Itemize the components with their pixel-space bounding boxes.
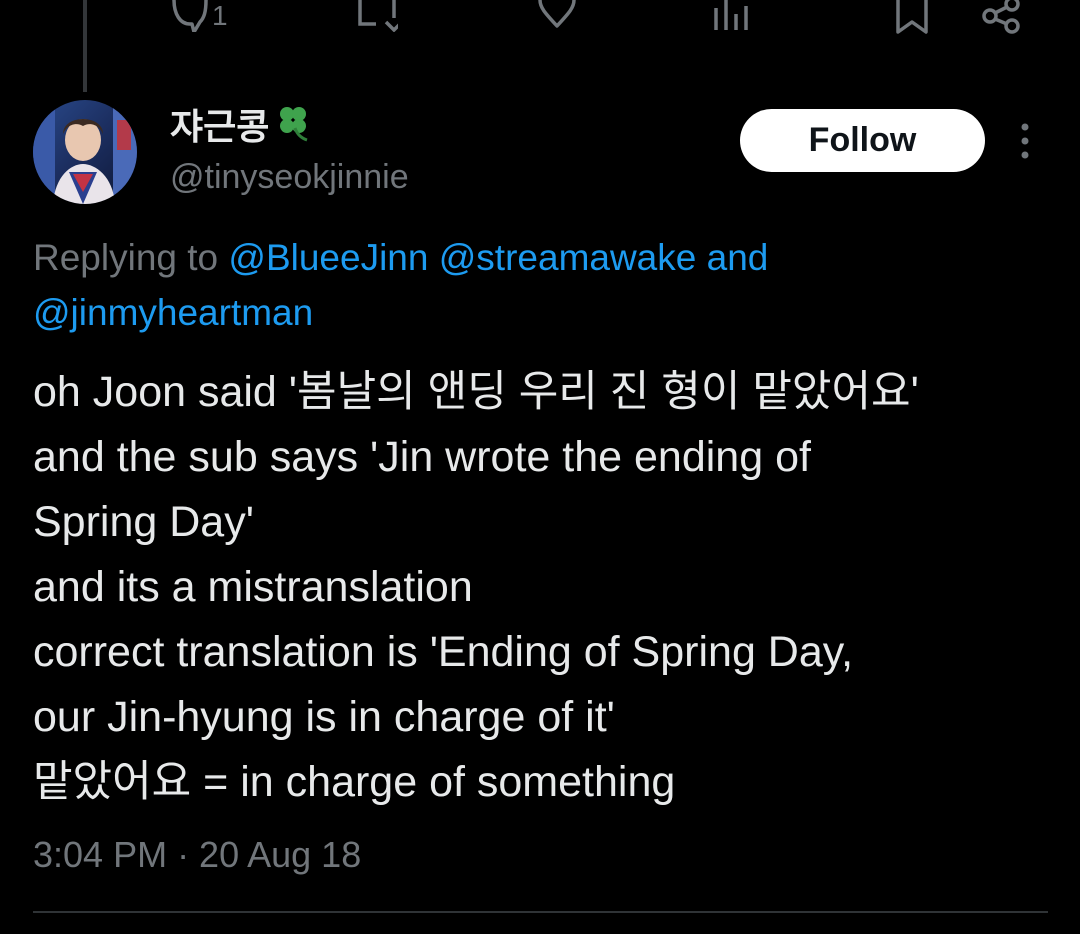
like-icon	[536, 0, 578, 32]
views-icon	[712, 0, 750, 32]
tweet-text-line: our Jin-hyung is in charge of it'	[33, 693, 615, 741]
more-options-button[interactable]	[1010, 120, 1040, 164]
parent-tweet-action-bar: 1	[0, 0, 1080, 40]
author-handle[interactable]: @tinyseokjinnie	[170, 155, 409, 199]
mention-link[interactable]: @jinmyheartman	[33, 292, 313, 333]
replying-to-prefix: Replying to	[33, 237, 219, 278]
clover-icon	[273, 102, 313, 152]
replying-to: Replying to @BlueeJinn @streamawake and …	[33, 230, 1053, 340]
divider	[33, 911, 1048, 913]
tweet-text: oh Joon said '봄날의 앤딩 우리 진 형이 맡았어요' and t…	[33, 360, 1063, 815]
tweet-text-line: and its a mistranslation	[33, 563, 473, 611]
mention-link[interactable]: @BlueeJinn	[228, 237, 428, 278]
retweet-button[interactable]	[356, 0, 398, 32]
more-icon	[1010, 123, 1040, 168]
tweet-text-line: oh Joon said '봄날의 앤딩 우리 진 형이 맡았어요'	[33, 368, 919, 416]
tweet-text-line: correct translation is 'Ending of Spring…	[33, 628, 854, 676]
tweet-text-line: Spring Day'	[33, 498, 254, 546]
bookmark-button[interactable]	[894, 0, 930, 34]
mention-link[interactable]: @streamawake	[439, 237, 697, 278]
like-button[interactable]	[536, 0, 578, 32]
views-button[interactable]	[712, 0, 750, 32]
author-display-name[interactable]: 쟈근콩	[170, 102, 313, 152]
avatar[interactable]	[33, 100, 137, 204]
bookmark-icon	[894, 0, 930, 34]
tweet-text-line: 맡았어요 = in charge of something	[33, 758, 676, 806]
replying-conjunction: and	[706, 237, 769, 278]
tweet-timestamp[interactable]: 3:04 PM · 20 Aug 18	[33, 830, 361, 880]
follow-button[interactable]: Follow	[740, 109, 985, 172]
reply-count: 1	[212, 0, 228, 31]
retweet-icon	[356, 0, 398, 32]
share-button[interactable]	[982, 0, 1022, 34]
reply-icon	[168, 0, 208, 32]
author-name-text: 쟈근콩	[170, 106, 270, 147]
share-icon	[982, 0, 1022, 34]
tweet-text-line: and the sub says 'Jin wrote the ending o…	[33, 433, 811, 481]
reply-button[interactable]: 1	[168, 0, 228, 32]
